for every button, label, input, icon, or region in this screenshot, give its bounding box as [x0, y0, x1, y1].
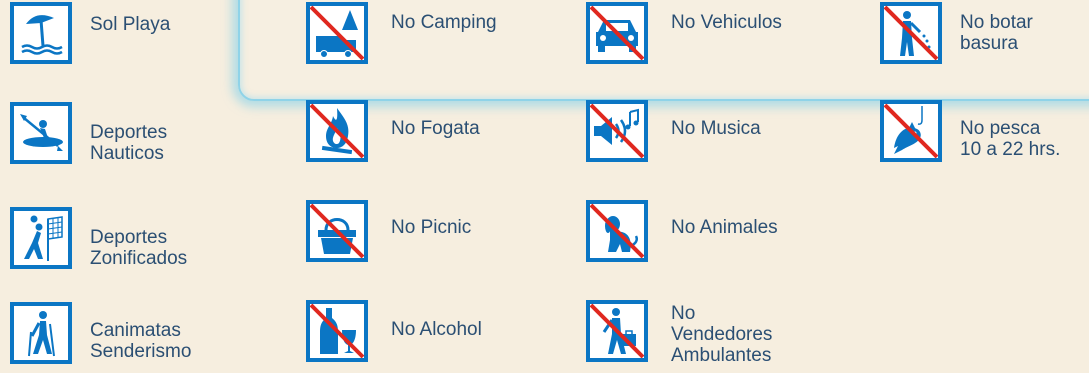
no-alcohol-icon: [306, 300, 368, 362]
no-animals-icon: [586, 200, 648, 262]
no-picnic-icon: [306, 200, 368, 262]
label-line-2: 10 a 22 hrs.: [960, 139, 1061, 160]
kayak-icon: [10, 102, 72, 164]
label-line-1: No Fogata: [391, 118, 480, 139]
no-vehicles-icon: [586, 2, 648, 64]
label-line-1: No Picnic: [391, 217, 472, 238]
no-vendors-icon: [586, 300, 648, 362]
label-line-1: No pesca: [960, 118, 1041, 139]
no-fire-icon: [306, 100, 368, 162]
label-line-2: Vendedores: [671, 324, 773, 345]
label-line-1: Sol Playa: [90, 14, 171, 35]
label-line-2: basura: [960, 33, 1019, 54]
label-line-1: No Musica: [671, 118, 761, 139]
label-line-3: Ambulantes: [671, 345, 772, 366]
label-line-1: No Alcohol: [391, 319, 482, 340]
beach-umbrella-icon: [10, 2, 72, 64]
label-line-2: Zonificados: [90, 248, 188, 269]
label-line-1: No: [671, 303, 696, 324]
no-littering-icon: [880, 2, 942, 64]
label-line-2: Senderismo: [90, 341, 192, 362]
label-line-1: No Animales: [671, 217, 778, 238]
label-line-2: Nauticos: [90, 143, 164, 164]
volleyball-icon: [10, 207, 72, 269]
label-line-1: Deportes: [90, 227, 168, 248]
no-fishing-icon: [880, 100, 942, 162]
label-line-1: No Vehiculos: [671, 12, 782, 33]
label-line-1: Canimatas: [90, 320, 181, 341]
hiker-icon: [10, 302, 72, 364]
no-camping-icon: [306, 2, 368, 64]
label-line-1: No botar: [960, 12, 1033, 33]
label-line-1: No Camping: [391, 12, 497, 33]
label-line-1: Deportes: [90, 122, 168, 143]
no-music-icon: [586, 100, 648, 162]
